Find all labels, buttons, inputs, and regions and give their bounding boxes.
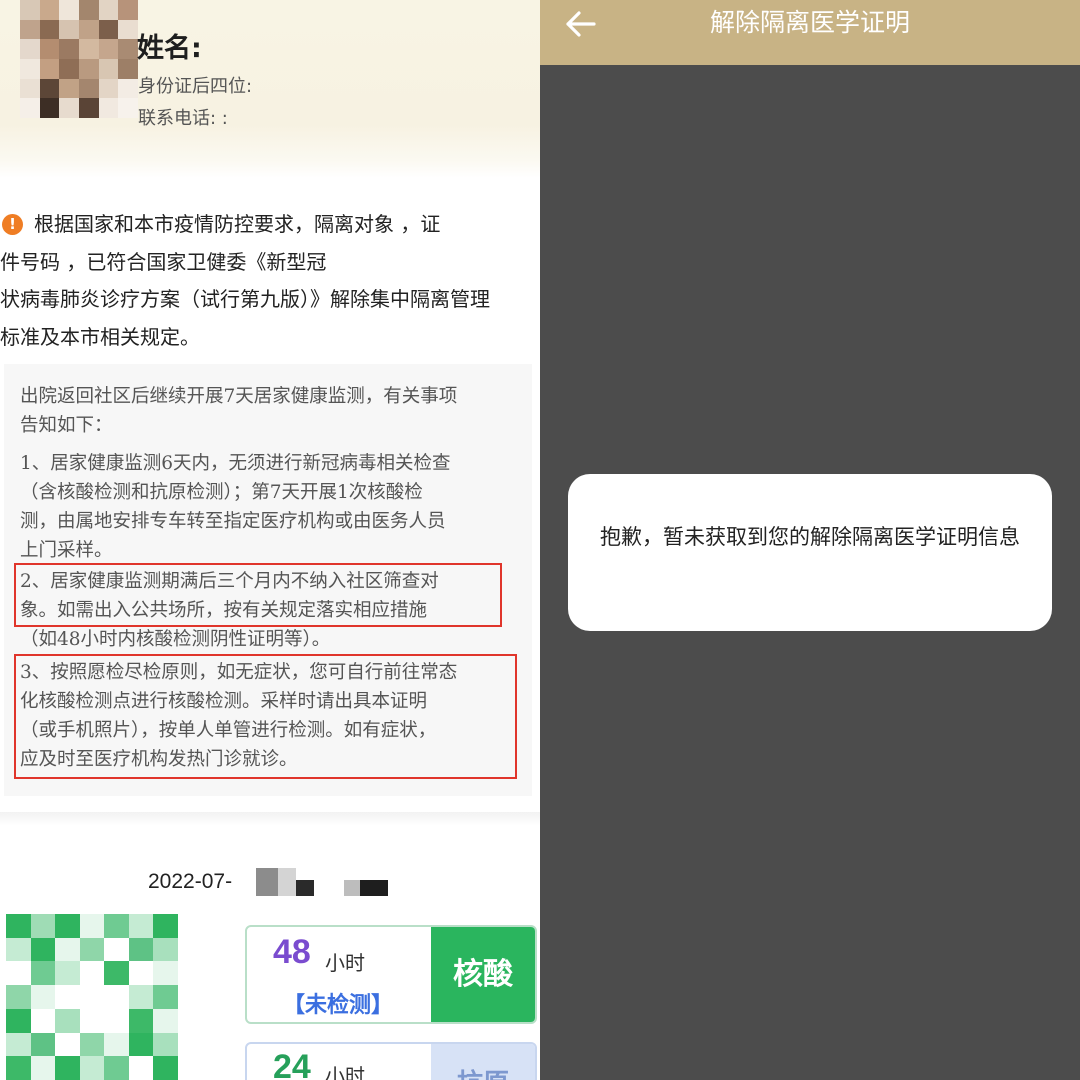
error-dialog: 抱歉，暂未获取到您的解除隔离医学证明信息 [568, 474, 1052, 631]
avatar [20, 0, 138, 118]
tips-intro-line: 出院返回社区后继续开展7天居家健康监测，有关事项 [20, 386, 458, 407]
tips-item-1-line: 上门采样。 [20, 540, 113, 561]
highlight-box-item-3 [14, 654, 517, 779]
certificate-page: 姓名: 身份证后四位: 联系电话: : ! 根据国家和本市疫情防控要求，隔离对象… [0, 0, 540, 1080]
nucleic-acid-48h-card[interactable]: 48 小时 【未检测】 核酸 [245, 925, 537, 1024]
id-last-four-label: 身份证后四位: [138, 76, 253, 97]
notice-line: 标准及本市相关规定。 [0, 324, 200, 349]
nucleic-acid-tag: 核酸 [431, 927, 535, 1022]
name-label: 姓名: [137, 33, 202, 64]
tips-item-2-line: （如48小时内核酸检测阴性证明等）。 [20, 629, 331, 650]
hours-unit: 小时 [325, 1064, 365, 1080]
date-mosaic [278, 868, 296, 896]
phone-label: 联系电话: : [138, 108, 228, 129]
test-date: 2022-07- [148, 870, 233, 893]
modal-screen: 解除隔离医学证明 抱歉，暂未获取到您的解除隔离医学证明信息 [540, 0, 1080, 1080]
page-title: 解除隔离医学证明 [709, 8, 910, 37]
health-monitoring-tips: 出院返回社区后继续开展7天居家健康监测，有关事项 告知如下： 1、居家健康监测6… [4, 364, 532, 796]
date-mosaic [296, 880, 314, 896]
app-header: 解除隔离医学证明 [540, 0, 1080, 65]
tips-item-1-line: （含核酸检测和抗原检测）；第7天开展1次核酸检 [20, 482, 423, 503]
notice-line: 件号码 ，已符合国家卫健委《新型冠 [0, 249, 327, 274]
date-mosaic [256, 868, 278, 896]
profile-header: 姓名: 身份证后四位: 联系电话: : [0, 0, 540, 178]
test-status: 【未检测】 [283, 993, 394, 1018]
tips-intro-line: 告知如下： [20, 415, 113, 436]
hours-number: 48 [273, 933, 311, 971]
date-mosaic [344, 880, 360, 896]
antigen-24h-card[interactable]: 24 小时 抗原 [245, 1042, 537, 1080]
dialog-message: 抱歉，暂未获取到您的解除隔离医学证明信息 [600, 525, 1020, 549]
tips-item-1-line: 测，由属地安排专车转至指定医疗机构或由医务人员 [20, 511, 446, 532]
date-mosaic [360, 880, 388, 896]
highlight-box-item-2 [14, 563, 502, 627]
hours-unit: 小时 [325, 951, 365, 975]
tips-item-1-line: 1、居家健康监测6天内，无须进行新冠病毒相关检查 [20, 453, 451, 474]
notice-line: 状病毒肺炎诊疗方案（试行第九版）》解除集中隔离管理 [0, 287, 490, 311]
section-divider [0, 812, 540, 826]
arrow-left-icon[interactable] [564, 9, 598, 39]
antigen-tag: 抗原 [431, 1044, 535, 1080]
health-qr-code[interactable] [6, 914, 202, 1080]
notice-line: 根据国家和本市疫情防控要求，隔离对象 ，证 [34, 212, 441, 236]
hours-number: 24 [273, 1048, 311, 1080]
release-notice: ! 根据国家和本市疫情防控要求，隔离对象 ，证 件号码 ，已符合国家卫健委《新型… [0, 206, 540, 356]
